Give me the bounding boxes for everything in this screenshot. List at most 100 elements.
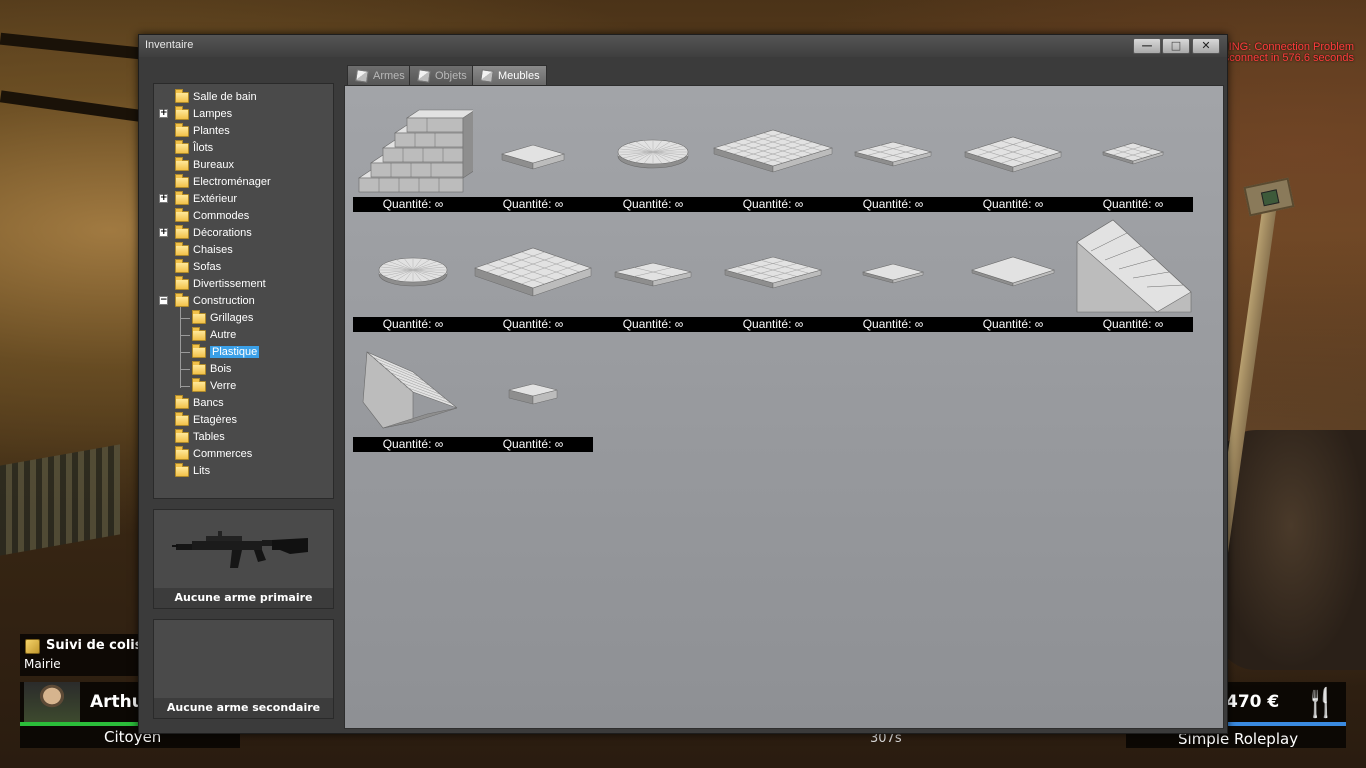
tree-item[interactable]: Divertissement bbox=[175, 275, 266, 292]
prop-preview bbox=[614, 262, 692, 287]
inventory-item[interactable]: Quantité: ∞ bbox=[473, 332, 593, 452]
tree-item[interactable]: Tables bbox=[175, 428, 225, 445]
tree-connector bbox=[180, 318, 190, 319]
folder-icon bbox=[175, 258, 189, 273]
quantity-label: Quantité: ∞ bbox=[1073, 197, 1193, 212]
inventory-item[interactable]: Quantité: ∞ bbox=[1073, 92, 1193, 212]
tree-connector bbox=[180, 335, 190, 336]
tree-item[interactable]: Commerces bbox=[175, 445, 253, 462]
tree-item[interactable]: Etagères bbox=[175, 411, 238, 428]
inventory-item[interactable]: Quantité: ∞ bbox=[953, 92, 1073, 212]
close-button[interactable]: ✕ bbox=[1192, 38, 1220, 54]
inventory-item[interactable]: Quantité: ∞ bbox=[593, 92, 713, 212]
secondary-weapon-label: Aucune arme secondaire bbox=[154, 698, 333, 718]
tree-item[interactable]: Bancs bbox=[175, 394, 224, 411]
secondary-weapon-slot[interactable]: Aucune arme secondaire bbox=[153, 619, 334, 719]
collapse-icon[interactable]: − bbox=[159, 296, 168, 305]
tree-connector bbox=[180, 386, 190, 387]
folder-icon bbox=[175, 139, 189, 154]
folder-icon bbox=[175, 173, 189, 188]
tree-item[interactable]: Îlots bbox=[175, 139, 213, 156]
tree-item[interactable]: Plantes bbox=[175, 122, 230, 139]
tree-item-label: Verre bbox=[210, 380, 237, 392]
prop-preview bbox=[861, 263, 925, 284]
quantity-label: Quantité: ∞ bbox=[593, 317, 713, 332]
primary-weapon-slot[interactable]: Aucune arme primaire bbox=[153, 509, 334, 609]
tree-item[interactable]: Electroménager bbox=[175, 173, 271, 190]
window-title: Inventaire bbox=[145, 39, 194, 51]
tree-item[interactable]: Chaises bbox=[175, 241, 233, 258]
tree-item-label: Chaises bbox=[193, 244, 233, 256]
inventory-item[interactable]: Quantité: ∞ bbox=[1073, 212, 1193, 332]
tree-item-label: Sofas bbox=[193, 261, 222, 273]
tree-item[interactable]: Verre bbox=[192, 377, 237, 394]
prop-preview bbox=[963, 136, 1063, 173]
prop-preview bbox=[723, 256, 823, 289]
tab-objets[interactable]: Objets bbox=[409, 65, 474, 85]
quantity-label: Quantité: ∞ bbox=[713, 197, 833, 212]
tree-item-label: Bois bbox=[210, 363, 232, 375]
expand-icon[interactable]: + bbox=[159, 109, 168, 118]
inventory-item[interactable]: Quantité: ∞ bbox=[353, 212, 473, 332]
inventory-window: Inventaire — □ ✕ Salle de bain Lampes + Pla… bbox=[138, 34, 1228, 734]
tree-item-label: Autre bbox=[210, 329, 237, 341]
ceiling-beam bbox=[0, 32, 141, 60]
maximize-button[interactable]: □ bbox=[1162, 38, 1190, 54]
folder-icon bbox=[175, 428, 189, 443]
tree-item[interactable]: Construction bbox=[175, 292, 255, 309]
tree-item[interactable]: Lits bbox=[175, 462, 211, 479]
delivery-location: Mairie bbox=[24, 657, 61, 671]
tab-meubles[interactable]: Meubles bbox=[472, 65, 547, 85]
tree-item[interactable]: Bureaux bbox=[175, 156, 234, 173]
tree-item-label: Commerces bbox=[193, 448, 253, 460]
inventory-item[interactable]: Quantité: ∞ bbox=[473, 212, 593, 332]
expand-icon[interactable]: + bbox=[159, 228, 168, 237]
expand-icon[interactable]: + bbox=[159, 194, 168, 203]
tree-item-label: Plastique bbox=[210, 346, 260, 358]
folder-icon bbox=[175, 122, 189, 137]
tree-item[interactable]: Grillages bbox=[192, 309, 254, 326]
inventory-item[interactable]: Quantité: ∞ bbox=[593, 212, 713, 332]
minimize-button[interactable]: — bbox=[1133, 38, 1161, 54]
package-icon bbox=[25, 639, 40, 654]
inventory-item[interactable]: Quantité: ∞ bbox=[353, 92, 473, 212]
tree-item-label: Grillages bbox=[210, 312, 254, 324]
tree-item[interactable]: Salle de bain bbox=[175, 88, 257, 105]
tree-item[interactable]: Extérieur bbox=[175, 190, 238, 207]
fork-knife-icon: 🍴 bbox=[1303, 686, 1338, 719]
tab-armes[interactable]: Armes bbox=[347, 65, 412, 85]
disconnect-timer: sconnect in 576.6 seconds bbox=[1223, 52, 1354, 64]
tree-item[interactable]: Bois bbox=[192, 360, 232, 377]
tree-item-label: Electroménager bbox=[193, 176, 271, 188]
inventory-item[interactable]: Quantité: ∞ bbox=[953, 212, 1073, 332]
folder-icon bbox=[192, 377, 206, 392]
tree-item[interactable]: Lampes bbox=[175, 105, 232, 122]
quantity-label: Quantité: ∞ bbox=[953, 197, 1073, 212]
tree-item-label: Etagères bbox=[193, 414, 238, 426]
inventory-item[interactable]: Quantité: ∞ bbox=[713, 212, 833, 332]
tree-item[interactable]: Autre bbox=[192, 326, 237, 343]
folder-icon bbox=[175, 207, 189, 222]
inventory-item[interactable]: Quantité: ∞ bbox=[473, 92, 593, 212]
inventory-item[interactable]: Quantité: ∞ bbox=[713, 92, 833, 212]
folder-icon bbox=[175, 190, 189, 205]
tree-item[interactable]: Sofas bbox=[175, 258, 222, 275]
tree-item[interactable]: Plastique bbox=[192, 343, 260, 360]
tree-item[interactable]: Décorations bbox=[175, 224, 252, 241]
prop-preview bbox=[508, 383, 558, 405]
inventory-item[interactable]: Quantité: ∞ bbox=[353, 332, 473, 452]
tree-connector bbox=[180, 352, 190, 353]
tree-connector bbox=[180, 369, 190, 370]
tree-item-label: Lits bbox=[193, 465, 211, 477]
folder-icon bbox=[175, 275, 189, 290]
prop-preview bbox=[378, 257, 448, 287]
tab-label: Armes bbox=[373, 69, 405, 82]
tree-item-label: Décorations bbox=[193, 227, 252, 239]
inventory-item[interactable]: Quantité: ∞ bbox=[833, 212, 953, 332]
window-titlebar[interactable]: Inventaire — □ ✕ bbox=[139, 35, 1227, 57]
quantity-label: Quantité: ∞ bbox=[833, 317, 953, 332]
inventory-item[interactable]: Quantité: ∞ bbox=[833, 92, 953, 212]
tree-item[interactable]: Commodes bbox=[175, 207, 249, 224]
prop-preview bbox=[362, 351, 458, 429]
tree-item-label: Extérieur bbox=[193, 193, 238, 205]
